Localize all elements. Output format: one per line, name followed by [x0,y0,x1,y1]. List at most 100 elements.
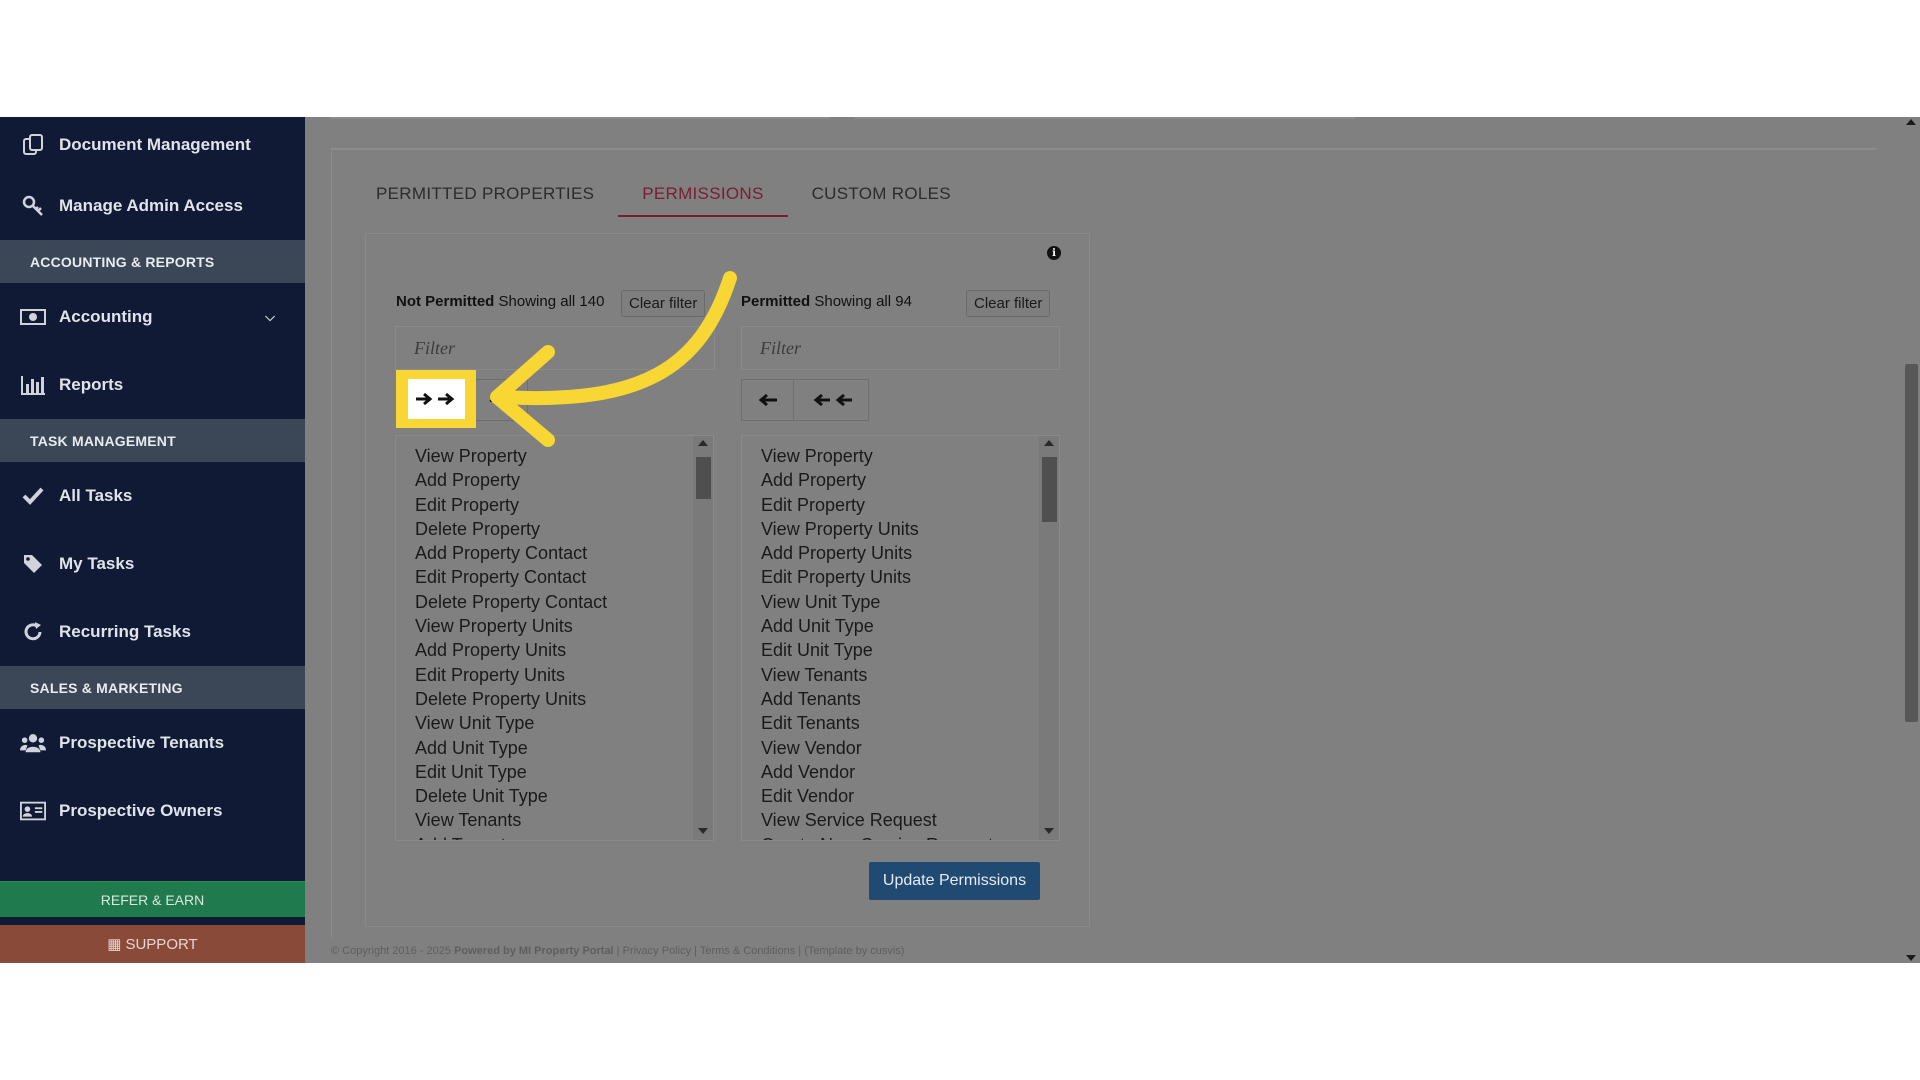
list-item[interactable]: Edit Unit Type [415,760,713,784]
chevron-down-icon[interactable]: ⌵ [265,309,275,325]
list-item[interactable]: Edit Property Units [415,663,713,687]
refresh-icon [20,620,46,644]
section-sales-marketing: SALES & MARKETING [0,666,305,709]
tag-icon [20,552,46,576]
tab-bar: PERMITTED PROPERTIES PERMISSIONS CUSTOM … [376,179,975,217]
documents-icon [20,133,46,157]
scroll-thumb[interactable] [696,457,711,499]
list-item[interactable]: Delete Property Contact [415,590,713,614]
tab-custom-roles[interactable]: CUSTOM ROLES [788,179,975,217]
list-item[interactable]: Edit Property Units [761,565,1059,589]
permitted-clear-filter-button[interactable]: Clear filter [966,290,1051,317]
not-permitted-title: Not Permitted [396,293,495,310]
info-icon[interactable]: i [1047,246,1061,260]
list-item[interactable]: Add Unit Type [761,614,1059,638]
section-task-management: TASK MANAGEMENT [0,419,305,462]
list-item[interactable]: Add Tenants [415,833,713,840]
check-icon [20,484,46,508]
permitted-filter-input[interactable]: Filter [741,326,1060,370]
not-permitted-clear-filter-button[interactable]: Clear filter [621,290,706,317]
not-permitted-scrollbar[interactable] [693,436,713,840]
tab-permissions[interactable]: PERMISSIONS [618,179,788,217]
scroll-down-icon[interactable] [1906,955,1916,961]
list-item[interactable]: View Vendor [761,736,1059,760]
list-item[interactable]: Delete Property Units [415,687,713,711]
sidebar-item-reports[interactable]: Reports [0,351,305,419]
scroll-up-icon[interactable] [698,440,708,446]
footer-terms-link[interactable]: Terms & Conditions [700,945,795,957]
support-button[interactable]: ▦ SUPPORT [0,925,305,963]
section-accounting-reports: ACCOUNTING & REPORTS [0,240,305,283]
sidebar-item-accounting[interactable]: Accounting ⌵ [0,283,305,351]
list-item[interactable]: Edit Vendor [761,784,1059,808]
list-item[interactable]: Add Property Units [761,541,1059,565]
list-item[interactable]: View Property Units [415,614,713,638]
move-selected-left-button[interactable] [742,380,794,420]
arrow-left-icon [758,393,777,407]
permitted-listbox[interactable]: View Property Add Property Edit Property Vi… [741,435,1060,841]
list-item[interactable]: Delete Property [415,517,713,541]
list-item[interactable]: Add Property Contact [415,541,713,565]
list-item[interactable]: Edit Tenants [761,711,1059,735]
refer-earn-button[interactable]: REFER & EARN [0,881,305,917]
list-item[interactable]: View Unit Type [415,711,713,735]
list-item[interactable]: Edit Property [761,493,1059,517]
book-icon: ▦ [107,936,122,953]
update-permissions-button[interactable]: Update Permissions [869,862,1040,900]
footer: © Copyright 2016 - 2025 Powered by MI Pr… [331,945,905,957]
sidebar-item-prospective-owners[interactable]: Prospective Owners [0,777,305,845]
sidebar-item-prospective-tenants[interactable]: Prospective Tenants [0,709,305,777]
sidebar-item-manage-admin-access[interactable]: Manage Admin Access [0,172,305,240]
list-item[interactable]: Create New Service Request [761,833,1059,840]
list-item[interactable]: View Service Request [761,808,1059,832]
sidebar-item-label: Prospective Tenants [59,733,225,752]
support-label: SUPPORT [125,935,198,953]
list-item[interactable]: Edit Unit Type [761,638,1059,662]
permitted-move-buttons [741,379,869,421]
list-item[interactable]: Add Unit Type [415,736,713,760]
page-scrollbar[interactable] [1902,117,1920,963]
sidebar-item-document-management[interactable]: Document Management [0,117,305,172]
list-item[interactable]: View Property [415,444,713,468]
sidebar-item-recurring-tasks[interactable]: Recurring Tasks [0,598,305,666]
list-item[interactable]: Add Property [761,468,1059,492]
footer-powered[interactable]: Powered by MI Property Portal [454,945,614,957]
tab-permitted-properties[interactable]: PERMITTED PROPERTIES [376,179,618,217]
not-permitted-filter-input[interactable]: Filter [395,326,715,370]
sidebar-item-all-tasks[interactable]: All Tasks [0,462,305,530]
list-item[interactable]: Edit Property Contact [415,565,713,589]
sidebar-item-label: Manage Admin Access [59,196,243,215]
move-all-left-button[interactable] [794,380,868,420]
sidebar: Document Management Manage Admin Access … [0,117,305,963]
scroll-down-icon[interactable] [698,828,708,834]
list-item[interactable]: Add Property Units [415,638,713,662]
footer-privacy-link[interactable]: Privacy Policy [623,945,691,957]
list-item[interactable]: Add Property [415,468,713,492]
sidebar-item-label: Recurring Tasks [59,622,191,641]
money-icon [20,305,46,329]
not-permitted-header: Not Permitted Showing all 140 [396,293,604,310]
scroll-thumb[interactable] [1042,457,1057,522]
scroll-down-icon[interactable] [1044,828,1054,834]
list-item[interactable]: View Tenants [415,808,713,832]
sidebar-item-my-tasks[interactable]: My Tasks [0,530,305,598]
scroll-up-icon[interactable] [1906,119,1916,125]
page-scroll-thumb[interactable] [1905,364,1918,722]
permitted-scrollbar[interactable] [1039,436,1059,840]
sidebar-item-label: All Tasks [59,486,133,505]
app-frame: Document Management Manage Admin Access … [0,117,1920,963]
permitted-header: Permitted Showing all 94 [741,293,912,310]
move-all-right-highlighted-button[interactable] [408,379,465,419]
list-item[interactable]: Delete Unit Type [415,784,713,808]
list-item[interactable]: View Property Units [761,517,1059,541]
list-item[interactable]: View Property [761,444,1059,468]
scroll-up-icon[interactable] [1044,440,1054,446]
list-item[interactable]: Add Vendor [761,760,1059,784]
list-item[interactable]: Add Tenants [761,687,1059,711]
double-arrow-right-icon [415,392,454,406]
list-item[interactable]: View Tenants [761,663,1059,687]
list-item[interactable]: Edit Property [415,493,713,517]
not-permitted-listbox[interactable]: View Property Add Property Edit Property De… [395,435,714,841]
move-selected-right-button[interactable]: ➜ [467,380,527,420]
list-item[interactable]: View Unit Type [761,590,1059,614]
